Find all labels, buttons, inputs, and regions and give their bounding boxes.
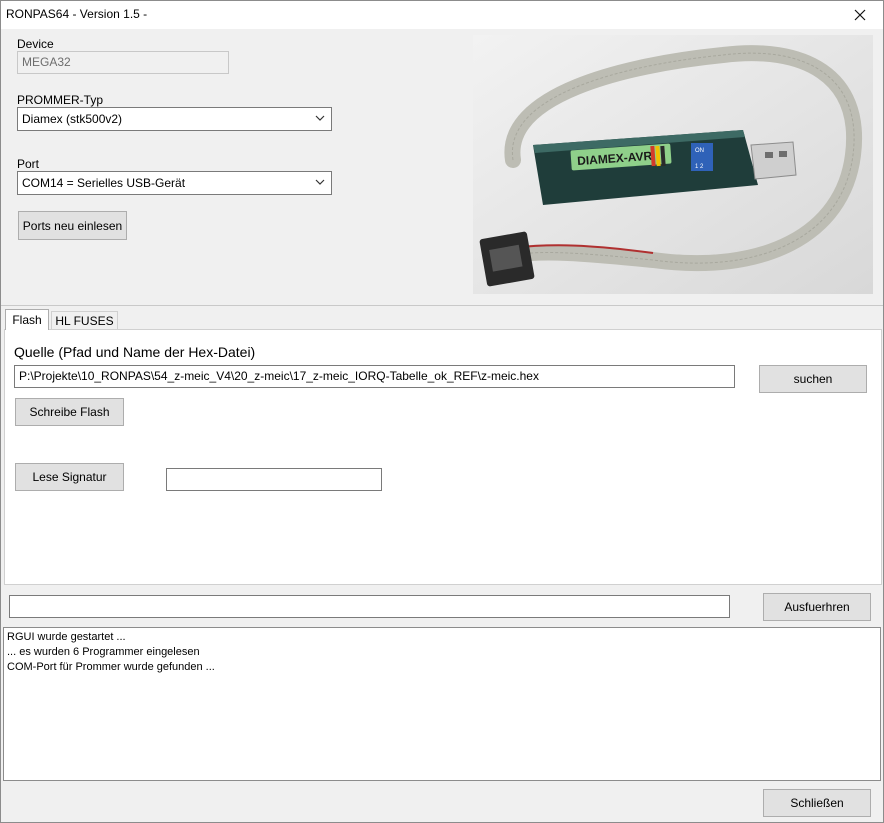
port-label: Port <box>17 157 40 171</box>
divider <box>1 305 883 306</box>
close-button[interactable]: Schließen <box>763 789 871 817</box>
photo-switch-numbers: 1 2 <box>695 164 704 170</box>
programmer-photo: DIAMEX-AVR ON 1 2 <box>473 35 873 294</box>
signature-field[interactable] <box>166 468 382 491</box>
tab-flash[interactable]: Flash <box>5 309 49 330</box>
read-signature-button[interactable]: Lese Signatur <box>15 463 124 491</box>
log-line: COM-Port für Prommer wurde gefunden ... <box>7 661 215 673</box>
run-button[interactable]: Ausfuerhren <box>763 593 871 621</box>
port-value: COM14 = Serielles USB-Gerät <box>22 176 186 190</box>
command-input[interactable] <box>9 595 730 618</box>
source-label: Quelle (Pfad und Name der Hex-Datei) <box>14 344 256 360</box>
chevron-down-icon <box>315 115 325 121</box>
usb-programmer-image: DIAMEX-AVR ON 1 2 <box>473 35 873 294</box>
prommer-type-value: Diamex (stk500v2) <box>22 112 123 126</box>
chevron-down-icon <box>315 179 325 185</box>
port-select[interactable]: COM14 = Serielles USB-Gerät <box>17 171 332 195</box>
log-output[interactable]: RGUI wurde gestartet ... ... es wurden 6… <box>3 627 881 781</box>
title-bar[interactable]: RONPAS64 - Version 1.5 - <box>1 1 883 29</box>
search-button[interactable]: suchen <box>759 365 867 393</box>
log-line: ... es wurden 6 Programmer eingelesen <box>7 646 200 658</box>
window-title: RONPAS64 - Version 1.5 - <box>6 7 148 21</box>
prommer-type-label: PROMMER-Typ <box>17 93 104 107</box>
write-flash-button[interactable]: Schreibe Flash <box>15 398 124 426</box>
hex-path-input[interactable]: P:\Projekte\10_RONPAS\54_z-meic_V4\20_z-… <box>14 365 735 388</box>
tab-hl-fuses[interactable]: HL FUSES <box>51 311 118 330</box>
photo-switch-label: ON <box>695 148 704 154</box>
device-field: MEGA32 <box>17 51 229 74</box>
prommer-type-select[interactable]: Diamex (stk500v2) <box>17 107 332 131</box>
flash-panel: Quelle (Pfad und Name der Hex-Datei) P:\… <box>4 329 882 585</box>
main-window: RONPAS64 - Version 1.5 - Device MEGA32 P… <box>0 0 884 823</box>
close-window-button[interactable] <box>837 1 883 29</box>
log-line: RGUI wurde gestartet ... <box>7 631 126 643</box>
close-icon <box>854 9 866 21</box>
device-label: Device <box>17 37 54 51</box>
reload-ports-button[interactable]: Ports neu einlesen <box>18 211 127 240</box>
